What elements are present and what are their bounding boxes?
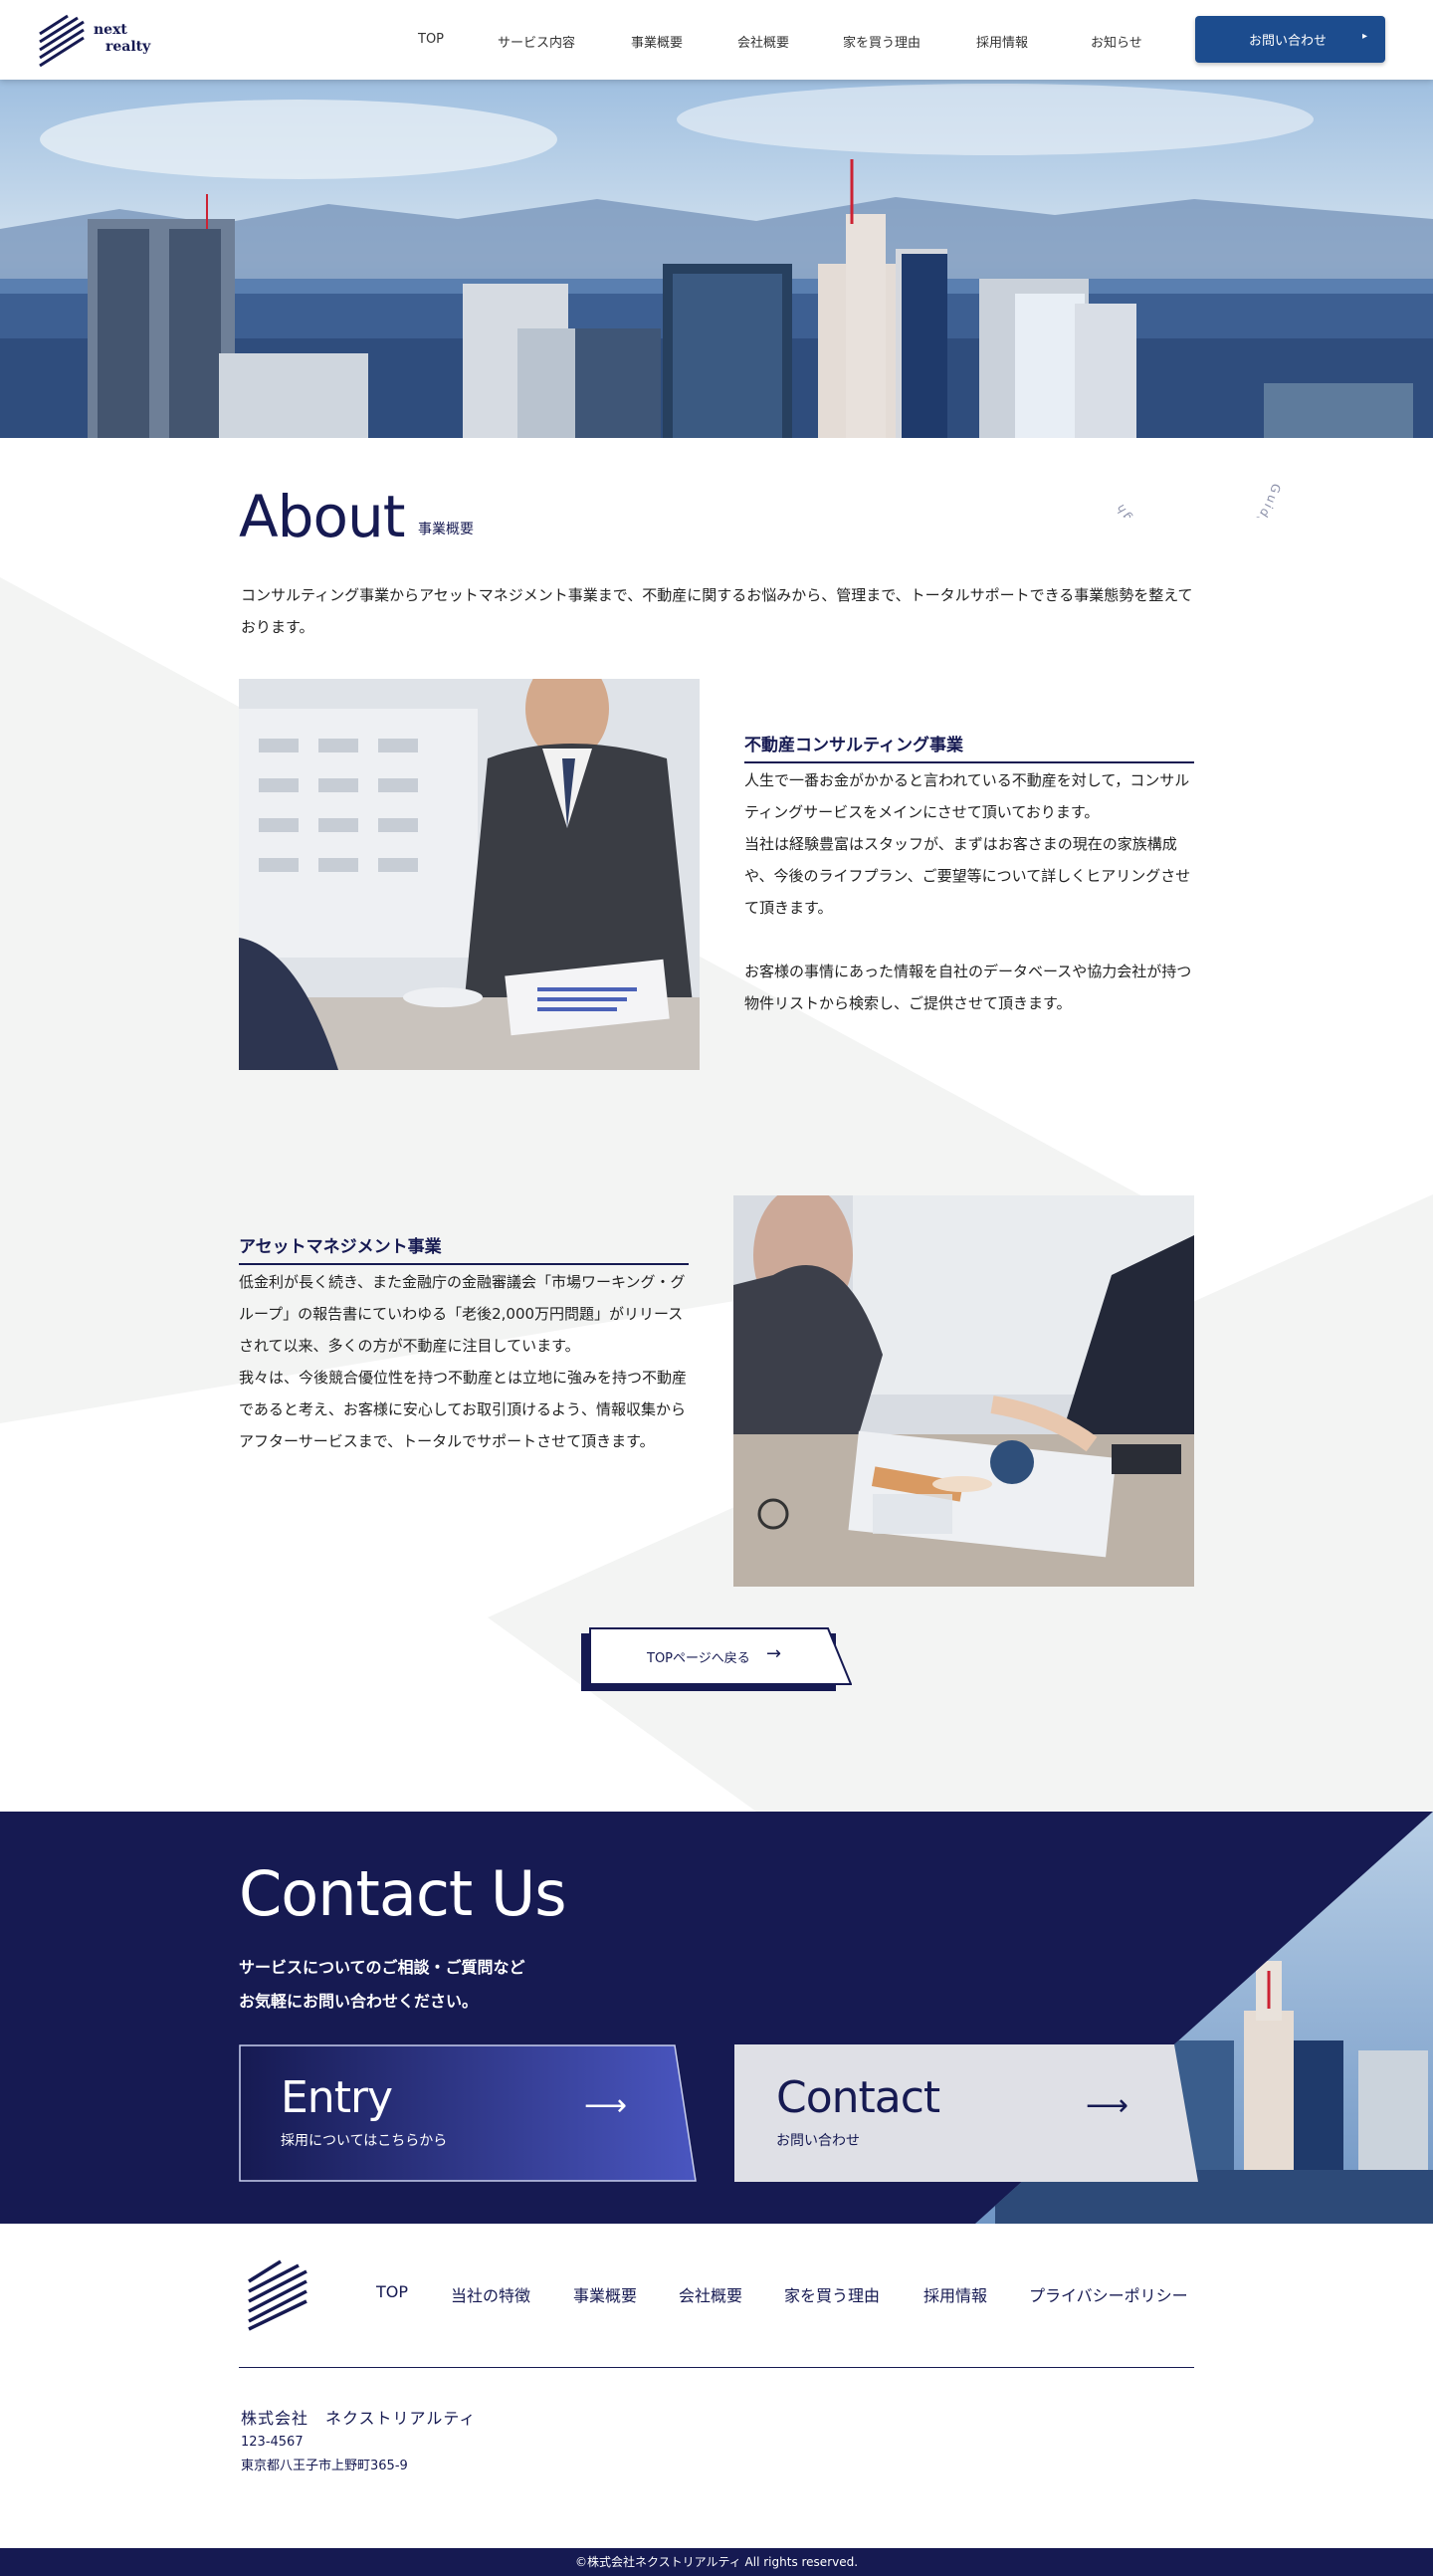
asset-paragraph-2: 我々は、今後競合優位性を持つ不動産とは立地に強みを持つ不動産であると考え、お客様…: [239, 1369, 688, 1450]
contact-card[interactable]: Contact お問い合わせ ⟶: [734, 2044, 1198, 2182]
asset-paragraph-1: 低金利が長く続き、また金融庁の金融審議会「市場ワーキング・グループ」の報告書にて…: [239, 1273, 686, 1355]
footer-nav-reasons[interactable]: 家を買う理由: [784, 2282, 880, 2306]
logo-line-2: realty: [105, 39, 151, 55]
long-arrow-right-icon: ⟶: [1085, 2088, 1128, 2123]
footer-nav-recruit[interactable]: 採用情報: [923, 2282, 987, 2306]
footer-nav-top[interactable]: TOP: [376, 2282, 408, 2301]
nav-item-reasons[interactable]: 家を買う理由: [843, 32, 921, 51]
nav-item-business[interactable]: 事業概要: [631, 32, 683, 51]
footer-nav-features[interactable]: 当社の特徴: [451, 2282, 530, 2306]
footer-logo-icon[interactable]: [245, 2259, 308, 2331]
inquiry-button-label: お問い合わせ: [1249, 34, 1328, 49]
entry-card[interactable]: Entry 採用についてはこちらから ⟶: [239, 2044, 697, 2182]
consulting-heading: 不動産コンサルティング事業: [744, 731, 1194, 763]
consulting-paragraph-3: お客様の事情にあった情報を自社のデータベースや協力会社が持つ物件リストから検索し…: [744, 963, 1192, 1012]
asset-body: 低金利が長く続き、また金融庁の金融審議会「市場ワーキング・グループ」の報告書にて…: [239, 1266, 689, 1457]
logo-wordmark: next realty: [94, 22, 150, 56]
long-arrow-right-icon: ⟶: [583, 2088, 627, 2123]
about-background-shape: [0, 577, 1433, 1812]
footer-divider: [239, 2367, 1194, 2368]
footer-nav-company[interactable]: 会社概要: [679, 2282, 742, 2306]
footer-zip: 123-4567: [241, 2435, 304, 2450]
nav-item-news[interactable]: お知らせ: [1091, 32, 1142, 51]
entry-card-sub: 採用についてはこちらから: [281, 2133, 448, 2149]
rotating-text: Guide your asset through: [1113, 482, 1282, 518]
contact-card-title: Contact: [776, 2072, 940, 2123]
contact-lead-line-1: サービスについてのご相談・ご質問など: [239, 1958, 525, 1977]
about-subtitle: 事業概要: [418, 522, 474, 537]
asset-heading: アセットマネジメント事業: [239, 1232, 689, 1265]
logo-line-1: next: [94, 22, 127, 38]
contact-lead-line-2: お気軽にお問い合わせください。: [239, 1992, 479, 2011]
contact-lead: サービスについてのご相談・ご質問など お気軽にお問い合わせください。: [239, 1951, 525, 2019]
copyright-bar: ©株式会社ネクストリアルティ All rights reserved.: [0, 2548, 1433, 2576]
footer-nav-business[interactable]: 事業概要: [573, 2282, 637, 2306]
site-logo[interactable]: next realty: [38, 12, 157, 68]
back-button-label: TOPページへ戻る: [647, 1651, 750, 1666]
about-title: About: [239, 483, 405, 550]
svg-text:Guide your asset through: Guide your asset through: [1113, 482, 1284, 518]
entry-card-title: Entry: [281, 2072, 393, 2123]
footer-company-name: 株式会社 ネクストリアルティ: [241, 2409, 477, 2428]
nav-item-recruit[interactable]: 採用情報: [976, 32, 1028, 51]
nav-item-top[interactable]: TOP: [418, 32, 444, 47]
contact-city-image: [975, 1812, 1433, 2224]
site-header: next realty TOP サービス内容 事業概要 会社概要 家を買う理由 …: [0, 0, 1433, 80]
asset-management-photo: [733, 1195, 1194, 1587]
footer-nav-privacy[interactable]: プライバシーポリシー: [1029, 2282, 1188, 2306]
about-lead: コンサルティング事業からアセットマネジメント事業まで、不動産に関するお悩みから、…: [241, 586, 1193, 636]
nav-item-services[interactable]: サービス内容: [498, 32, 575, 51]
inquiry-button[interactable]: お問い合わせ ▸: [1195, 16, 1385, 63]
contact-card-sub: お問い合わせ: [776, 2133, 860, 2149]
caret-right-icon: ▸: [1361, 31, 1367, 42]
nav-item-company[interactable]: 会社概要: [737, 32, 789, 51]
back-to-top-button[interactable]: TOPページへ戻る →: [581, 1627, 852, 1691]
consulting-photo: [239, 679, 700, 1070]
contact-section: Contact Us サービスについてのご相談・ご質問など お気軽にお問い合わせ…: [0, 1812, 1433, 2224]
rotating-circle-text: Guide your asset through: [1113, 482, 1284, 518]
consulting-body: 人生で一番お金がかかると言われている不動産を対して，コンサルティングサービスをメ…: [744, 764, 1194, 1019]
arrow-right-icon: →: [766, 1643, 782, 1664]
logo-stripes-icon: [39, 14, 85, 68]
consulting-paragraph-2: 当社は経験豊富はスタッフが、まずはお客さまの現在の家族構成や、今後のライフプラン…: [744, 835, 1191, 917]
consulting-paragraph-1: 人生で一番お金がかかると言われている不動産を対して，コンサルティングサービスをメ…: [744, 771, 1190, 821]
footer-address: 東京都八王子市上野町365-9: [241, 2459, 408, 2473]
contact-title: Contact Us: [239, 1857, 567, 1930]
